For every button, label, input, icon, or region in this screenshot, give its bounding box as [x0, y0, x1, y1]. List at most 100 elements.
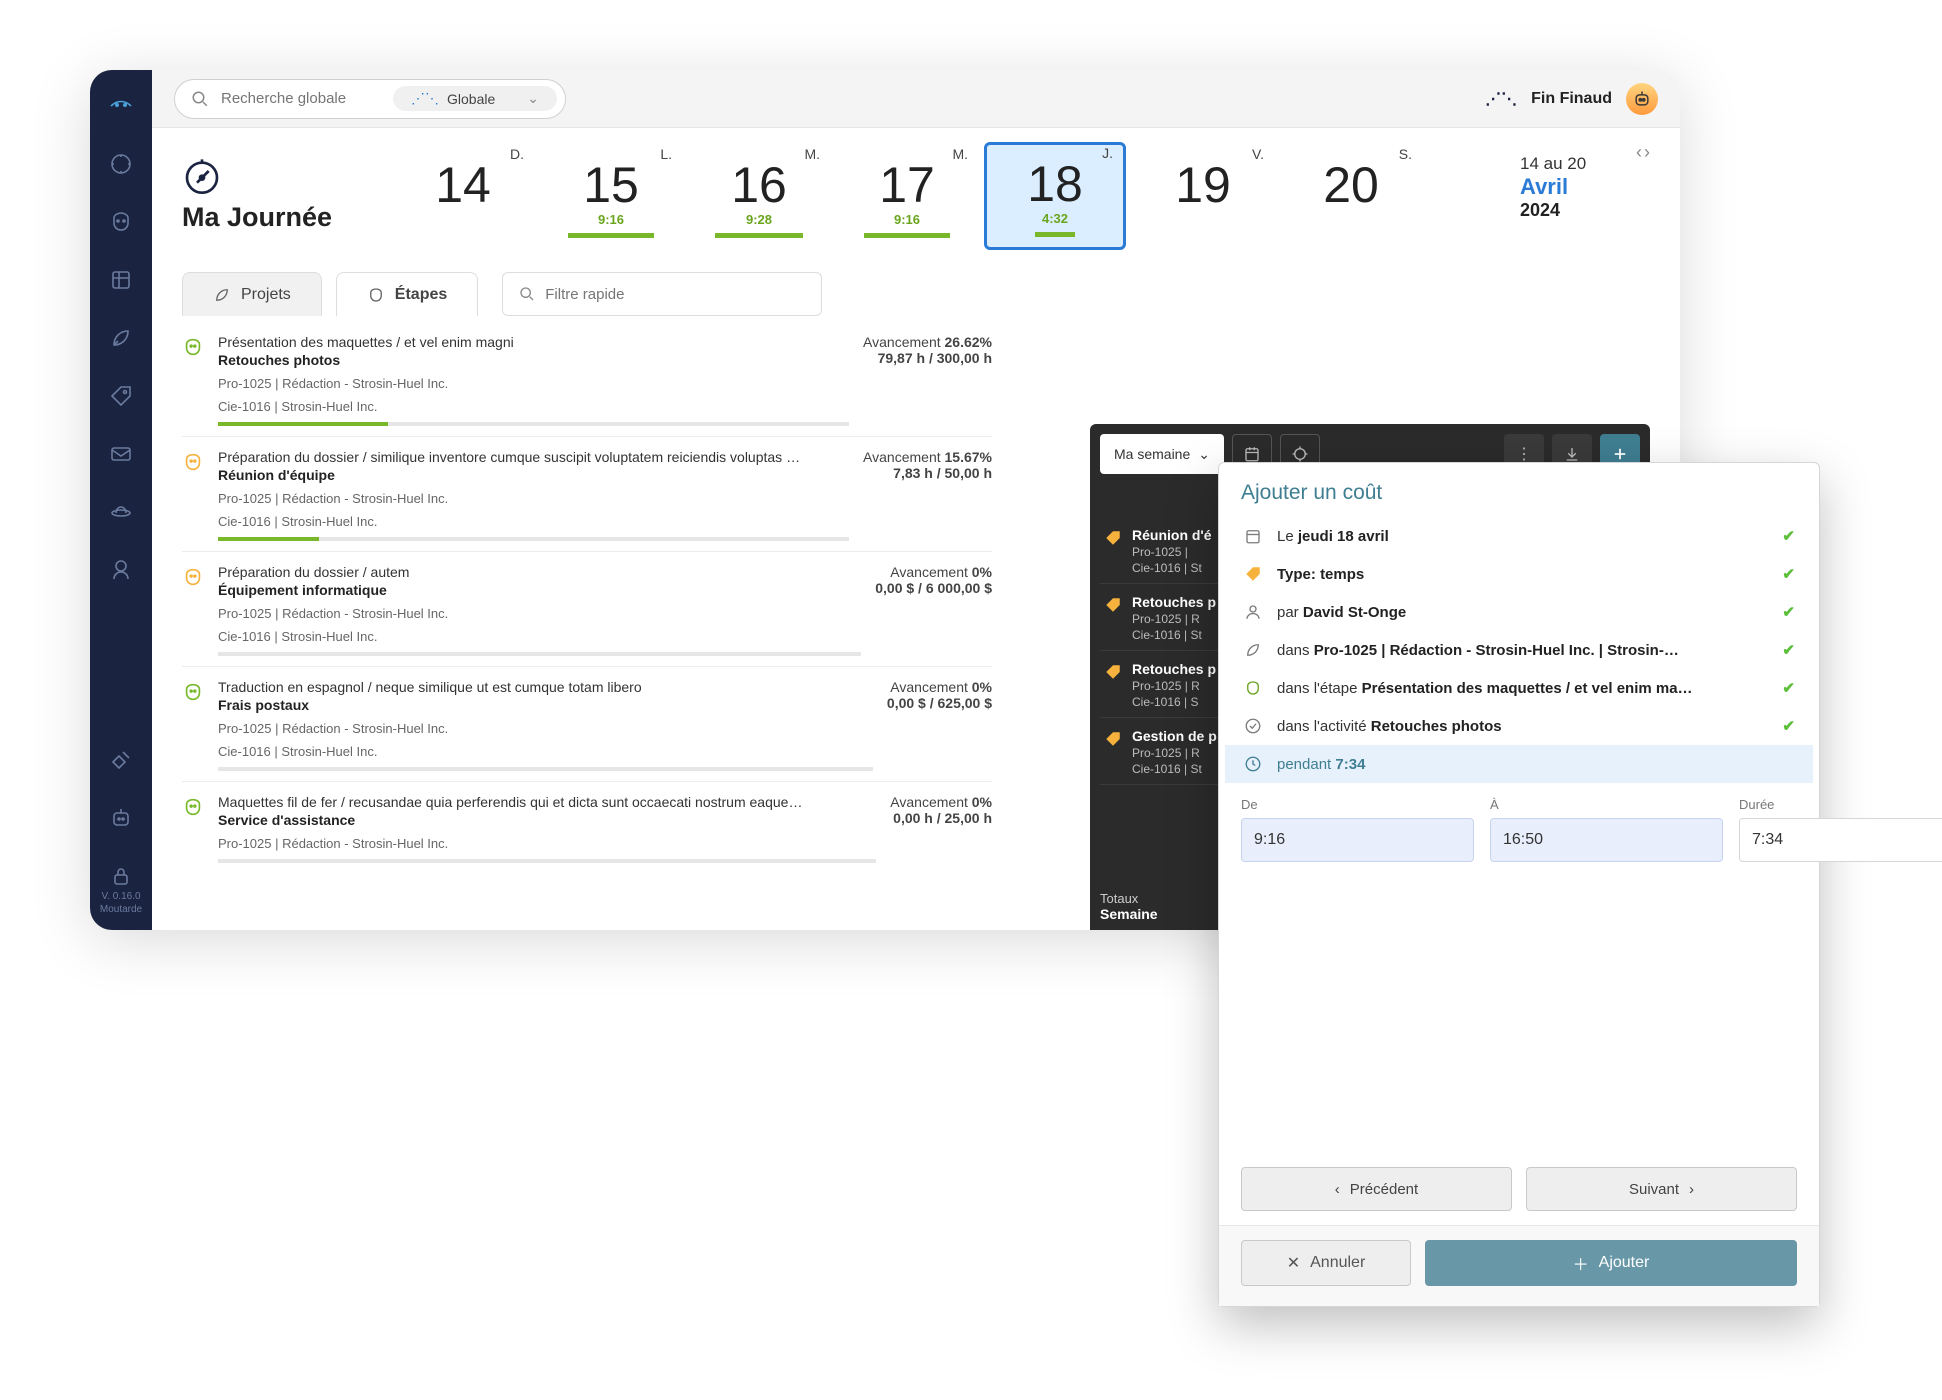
nav-rocket-icon[interactable] — [107, 324, 135, 352]
date-range: ‹ › 14 au 20 Avril 2024 — [1520, 146, 1650, 221]
modal-title: Ajouter un coût — [1219, 463, 1819, 517]
check-icon: ✔ — [1782, 679, 1795, 697]
prev-button[interactable]: ‹Précédent — [1241, 1167, 1512, 1211]
chevron-right-icon: › — [1689, 1181, 1694, 1198]
modal-row-date[interactable]: Le jeudi 18 avril ✔ — [1225, 517, 1813, 555]
time-fields: De À Durée — [1219, 783, 1819, 876]
modal-row-type[interactable]: Type: temps ✔ — [1225, 555, 1813, 593]
range-year: 2024 — [1520, 200, 1650, 221]
chevron-left-icon: ‹ — [1335, 1181, 1340, 1198]
nav-cow-icon[interactable] — [107, 208, 135, 236]
check-icon: ✔ — [1782, 641, 1795, 659]
prev-week-button[interactable]: ‹ — [1636, 142, 1642, 163]
lock-icon — [107, 862, 135, 890]
tag-icon — [1104, 663, 1122, 681]
nav-satellite-icon[interactable] — [107, 746, 135, 774]
tag-icon — [1104, 596, 1122, 614]
scope-logo-icon: ⋰⋱ — [411, 90, 439, 107]
chevron-down-icon: ⌄ — [1198, 446, 1210, 463]
user-block[interactable]: ⋰⋱ Fin Finaud — [1485, 83, 1658, 115]
next-button[interactable]: Suivant› — [1526, 1167, 1797, 1211]
steps-list: Présentation des maquettes / et vel enim… — [152, 316, 1022, 879]
tag-icon — [1243, 565, 1263, 583]
to-input[interactable] — [1490, 818, 1723, 862]
user-name: Fin Finaud — [1531, 90, 1612, 108]
modal-row-activity[interactable]: dans l'activité Retouches photos ✔ — [1225, 707, 1813, 745]
topbar: ⋰⋱ Globale ⌄ ⋰⋱ Fin Finaud — [152, 70, 1680, 128]
day-cell[interactable]: S. 20 — [1280, 146, 1422, 250]
scope-selector[interactable]: ⋰⋱ Globale ⌄ — [393, 86, 557, 111]
check-icon: ✔ — [1782, 527, 1795, 545]
rail-version: V. 0.16.0 Moutarde — [100, 862, 142, 930]
user-brand-icon: ⋰⋱ — [1485, 89, 1517, 109]
avatar — [1626, 83, 1658, 115]
step-row[interactable]: Préparation du dossier / similique inven… — [182, 436, 992, 551]
page-title-block: Ma Journée — [182, 146, 382, 233]
nav-compass-icon[interactable] — [107, 150, 135, 178]
tag-icon — [1104, 529, 1122, 547]
quick-filter[interactable] — [502, 272, 822, 316]
nav-mail-icon[interactable] — [107, 440, 135, 468]
step-badge-icon — [182, 451, 204, 473]
modal-row-step[interactable]: dans l'étape Présentation des maquettes … — [1225, 669, 1813, 707]
modal-row-project[interactable]: dans Pro-1025 | Rédaction - Strosin-Huel… — [1225, 631, 1813, 669]
step-row[interactable]: Traduction en espagnol / neque similique… — [182, 666, 992, 781]
header-row: Ma Journée D. 14 L. 15 9:16 M. 16 9:28 M… — [152, 128, 1680, 250]
day-cell[interactable]: L. 15 9:16 — [540, 146, 682, 250]
nav-ufo-icon[interactable] — [107, 498, 135, 526]
range-month: Avril — [1520, 174, 1650, 200]
compass-icon — [182, 156, 222, 196]
cow-icon — [367, 286, 385, 304]
scope-label: Globale — [447, 91, 495, 107]
check-icon: ✔ — [1782, 603, 1795, 621]
check-circle-icon — [1243, 717, 1263, 735]
step-row[interactable]: Maquettes fil de fer / recusandae quia p… — [182, 781, 992, 873]
timesheet-totals: Totaux Semaine — [1100, 891, 1158, 922]
range-days: 14 au 20 — [1520, 154, 1650, 174]
person-icon — [1243, 603, 1263, 621]
clock-icon — [1243, 755, 1263, 773]
nav-robot-icon[interactable] — [107, 804, 135, 832]
day-cell[interactable]: M. 17 9:16 — [836, 146, 978, 250]
search-input[interactable] — [221, 90, 381, 107]
day-cell[interactable]: D. 14 — [392, 146, 534, 250]
check-icon: ✔ — [1782, 565, 1795, 583]
nav-grid-icon[interactable] — [107, 266, 135, 294]
day-cell[interactable]: M. 16 9:28 — [688, 146, 830, 250]
modal-summary: Le jeudi 18 avril ✔ Type: temps ✔ par Da… — [1219, 517, 1819, 783]
logo-icon — [107, 92, 135, 120]
tab-steps[interactable]: Étapes — [336, 272, 478, 316]
from-input[interactable] — [1241, 818, 1474, 862]
step-badge-icon — [182, 796, 204, 818]
nav-tag-icon[interactable] — [107, 382, 135, 410]
field-from: De — [1241, 797, 1474, 862]
step-row[interactable]: Préparation du dossier / autem Équipemen… — [182, 551, 992, 666]
duration-input[interactable] — [1739, 818, 1942, 862]
step-row[interactable]: Présentation des maquettes / et vel enim… — [182, 322, 992, 436]
day-cell[interactable]: J. 18 4:32 — [984, 142, 1126, 250]
cancel-button[interactable]: ✕Annuler — [1241, 1240, 1411, 1286]
date-strip: D. 14 L. 15 9:16 M. 16 9:28 M. 17 9:16 J… — [392, 146, 1510, 250]
modal-footer: ✕Annuler ＋Ajouter — [1219, 1225, 1819, 1306]
next-week-button[interactable]: › — [1644, 142, 1650, 163]
page-title: Ma Journée — [182, 202, 382, 233]
search-icon — [519, 286, 535, 302]
calendar-icon — [1243, 527, 1263, 545]
tabs-row: Projets Étapes — [152, 250, 1680, 316]
nav-rail: V. 0.16.0 Moutarde — [90, 70, 152, 930]
quick-filter-input[interactable] — [545, 286, 805, 303]
global-search[interactable]: ⋰⋱ Globale ⌄ — [174, 79, 566, 119]
timesheet-range-dropdown[interactable]: Ma semaine ⌄ — [1100, 434, 1224, 474]
field-to: À — [1490, 797, 1723, 862]
modal-row-by[interactable]: par David St-Onge ✔ — [1225, 593, 1813, 631]
step-badge-icon — [182, 566, 204, 588]
check-icon: ✔ — [1782, 717, 1795, 735]
chevron-down-icon: ⌄ — [527, 90, 539, 107]
modal-row-duration[interactable]: pendant 7:34 — [1225, 745, 1813, 783]
rocket-icon — [1243, 641, 1263, 659]
nav-astronaut-icon[interactable] — [107, 556, 135, 584]
add-button[interactable]: ＋Ajouter — [1425, 1240, 1797, 1286]
cow-icon — [1243, 679, 1263, 697]
tab-projects[interactable]: Projets — [182, 272, 322, 316]
day-cell[interactable]: V. 19 — [1132, 146, 1274, 250]
